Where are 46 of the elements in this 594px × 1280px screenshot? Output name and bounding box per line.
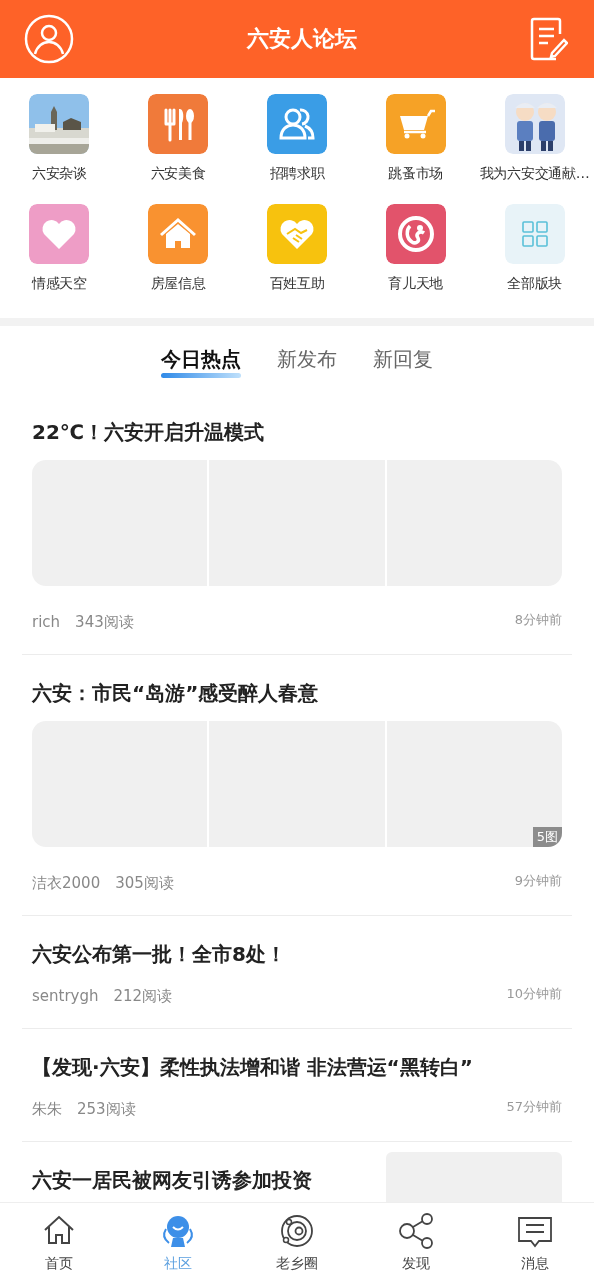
post-time: 57分钟前 — [506, 1099, 562, 1115]
feed-tab[interactable]: 新发布 — [277, 346, 337, 380]
read-count: 253阅读 — [77, 1099, 136, 1119]
nav-tab[interactable]: 发现 — [356, 1203, 476, 1280]
feed-tab[interactable]: 今日热点 — [161, 346, 241, 380]
forum-section[interactable]: 跳蚤市场 — [356, 94, 476, 182]
post-title: 六安公布第一批！全市8处！ — [32, 941, 287, 968]
forum-section[interactable]: 房屋信息 — [118, 204, 238, 292]
mother-child-icon — [385, 204, 446, 264]
author-name: 洁衣2000 — [32, 873, 101, 893]
compose-icon[interactable] — [530, 17, 568, 61]
read-count: 343阅读 — [75, 612, 134, 632]
author-name: sentrygh — [32, 986, 99, 1006]
post-title: 六安一居民被网友引诱参加投资 — [32, 1167, 313, 1194]
post-title: 六安：市民“岛游”感受醉人春意 — [32, 680, 320, 707]
feed-tab[interactable]: 新回复 — [373, 346, 433, 380]
forum-section[interactable]: 我为六安交通献… — [475, 94, 594, 182]
author-name: 朱朱 — [32, 1099, 62, 1119]
app-title: 六安人论坛 — [247, 25, 357, 53]
forum-section[interactable]: 全部版块 — [475, 204, 594, 292]
nav-tab[interactable]: 首页 — [0, 1203, 119, 1280]
read-count: 212阅读 — [113, 986, 173, 1006]
cutlery-icon — [148, 94, 209, 154]
share-icon — [396, 1211, 435, 1250]
author-name: rich — [32, 612, 61, 632]
cart-icon — [385, 94, 446, 154]
forum-section[interactable]: 育儿天地 — [356, 204, 476, 292]
forum-section[interactable]: 六安美食 — [118, 94, 238, 182]
post-title: 22℃！六安开启升温模式 — [32, 419, 266, 446]
people-icon — [267, 94, 327, 154]
grid-icon — [504, 204, 565, 264]
house-icon — [148, 204, 209, 264]
profile-icon[interactable] — [24, 14, 74, 64]
nav-tab[interactable]: 消息 — [475, 1203, 594, 1280]
post-time: 9分钟前 — [514, 873, 562, 889]
post-time: 10分钟前 — [506, 986, 562, 1002]
post-time: 8分钟前 — [514, 612, 562, 628]
image-count: 5图 — [532, 827, 562, 847]
forum-section[interactable]: 情感天空 — [0, 204, 119, 292]
nav-tab[interactable]: 老乡圈 — [237, 1203, 357, 1280]
forum-section[interactable]: 百姓互助 — [237, 204, 357, 292]
forum-section[interactable]: 六安杂谈 — [0, 94, 119, 182]
handshake-icon — [267, 204, 327, 264]
read-count: 305阅读 — [115, 873, 174, 893]
post-title: 【发现·六安】柔性执法增和谐 非法营运“黑转白” — [32, 1054, 474, 1081]
forum-section[interactable]: 招聘求职 — [237, 94, 357, 182]
